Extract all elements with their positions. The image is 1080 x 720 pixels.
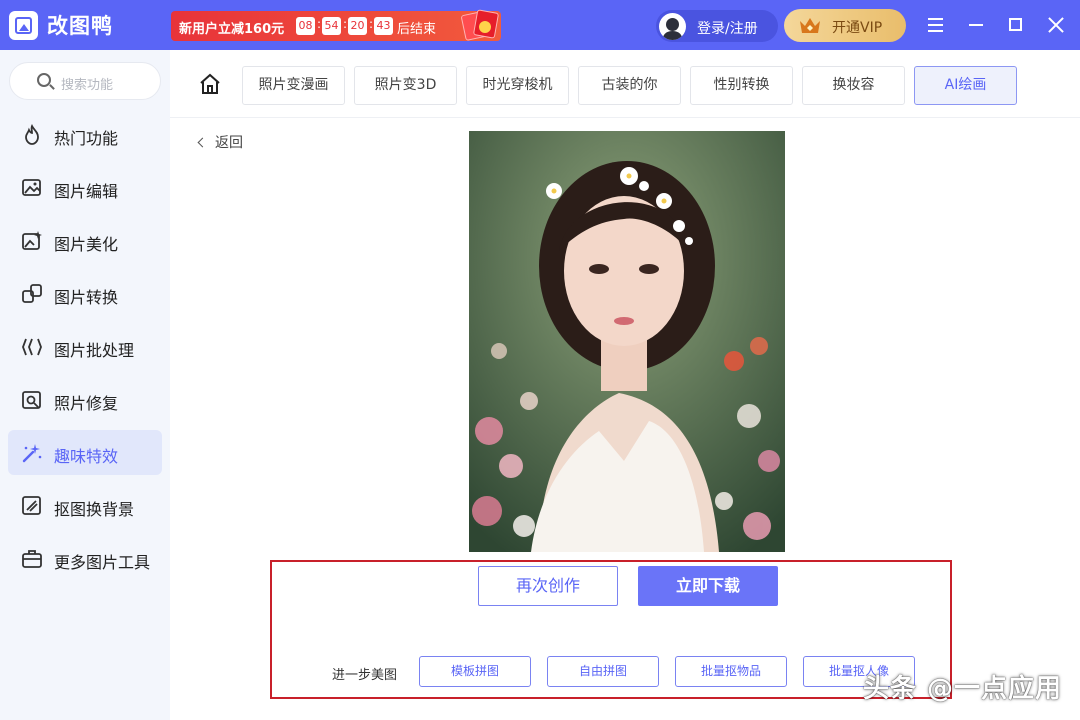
sidebar-item-image-convert[interactable]: 图片转换 xyxy=(8,271,162,316)
search-input[interactable]: 搜索功能 xyxy=(9,62,161,100)
toolbox-icon xyxy=(22,550,42,568)
sidebar-item-label: 图片批处理 xyxy=(54,341,135,360)
sidebar-item-photo-repair[interactable]: 照片修复 xyxy=(8,377,162,422)
maximize-icon[interactable] xyxy=(1004,13,1028,37)
batch-process-icon xyxy=(22,338,42,356)
app-logo-icon xyxy=(9,11,38,40)
promo-suffix: 后结束 xyxy=(397,22,437,37)
sidebar-item-image-edit[interactable]: 图片编辑 xyxy=(8,165,162,210)
sidebar-item-label: 图片美化 xyxy=(54,235,119,254)
batch-cutout-object-button[interactable]: 批量抠物品 xyxy=(675,656,787,687)
countdown-centiseconds: 43 xyxy=(374,17,393,35)
login-button[interactable]: 登录/注册 xyxy=(656,10,778,42)
magic-wand-icon xyxy=(22,444,42,463)
red-envelope-icon xyxy=(459,7,501,43)
sidebar-item-hot[interactable]: 热门功能 xyxy=(8,112,162,157)
watermark: 头条 @一点应用 xyxy=(863,674,1063,704)
tab-ai-painting[interactable]: AI绘画 xyxy=(914,66,1017,105)
sidebar-item-batch[interactable]: 图片批处理 xyxy=(8,324,162,369)
promo-text: 新用户立减160元 xyxy=(179,22,285,37)
back-button[interactable]: 返回 xyxy=(197,132,243,152)
tab-photo-to-comic[interactable]: 照片变漫画 xyxy=(242,66,345,105)
template-collage-button[interactable]: 模板拼图 xyxy=(419,656,531,687)
menu-icon[interactable] xyxy=(924,13,948,37)
sidebar-item-label: 更多图片工具 xyxy=(54,553,151,572)
avatar xyxy=(659,13,686,40)
tab-ancient-costume[interactable]: 古装的你 xyxy=(578,66,681,105)
image-edit-icon xyxy=(22,179,41,196)
further-edit-label: 进一步美图 xyxy=(332,668,398,683)
sidebar-item-label: 趣味特效 xyxy=(54,447,119,466)
home-icon[interactable] xyxy=(198,72,222,96)
photo-repair-icon xyxy=(22,391,41,409)
image-convert-icon xyxy=(22,284,42,303)
cutout-icon xyxy=(22,496,41,515)
login-label: 登录/注册 xyxy=(697,21,758,37)
app-name: 改图鸭 xyxy=(47,14,113,38)
tab-photo-to-3d[interactable]: 照片变3D xyxy=(354,66,457,105)
sidebar-item-label: 图片编辑 xyxy=(54,182,119,201)
generated-portrait-image xyxy=(469,131,785,552)
sidebar-item-fun-effects[interactable]: 趣味特效 xyxy=(8,430,162,475)
back-label: 返回 xyxy=(215,135,243,151)
tab-time-machine[interactable]: 时光穿梭机 xyxy=(466,66,569,105)
image-beautify-icon xyxy=(22,231,42,250)
fire-icon xyxy=(25,124,39,145)
close-icon[interactable] xyxy=(1044,13,1068,37)
sidebar-item-label: 抠图换背景 xyxy=(54,500,135,519)
sidebar-item-more-tools[interactable]: 更多图片工具 xyxy=(8,536,162,581)
crown-icon xyxy=(800,18,820,33)
search-icon xyxy=(37,73,51,87)
search-placeholder: 搜索功能 xyxy=(61,78,114,93)
countdown-hours: 08 xyxy=(296,17,315,35)
tab-gender-swap[interactable]: 性别转换 xyxy=(690,66,793,105)
promo-banner[interactable]: 新用户立减160元 08 : 54 : 20 : 43 后结束 xyxy=(171,9,501,42)
sidebar-item-image-beautify[interactable]: 图片美化 xyxy=(8,218,162,263)
tab-makeup[interactable]: 换妆容 xyxy=(802,66,905,105)
main-content: 照片变漫画 照片变3D 时光穿梭机 古装的你 性别转换 换妆容 AI绘画 返回 xyxy=(170,50,1080,720)
free-collage-button[interactable]: 自由拼图 xyxy=(547,656,659,687)
countdown-seconds: 20 xyxy=(348,17,367,35)
title-bar: 改图鸭 新用户立减160元 08 : 54 : 20 : 43 后结束 登录/注… xyxy=(0,0,1080,50)
feature-tabs: 照片变漫画 照片变3D 时光穿梭机 古装的你 性别转换 换妆容 AI绘画 xyxy=(170,50,1080,118)
download-button[interactable]: 立即下载 xyxy=(638,566,778,606)
countdown-minutes: 54 xyxy=(322,17,341,35)
chevron-left-icon xyxy=(197,137,208,148)
sidebar-item-label: 热门功能 xyxy=(54,129,119,148)
sidebar-item-label: 照片修复 xyxy=(54,394,119,413)
create-again-button[interactable]: 再次创作 xyxy=(478,566,618,606)
sidebar-item-label: 图片转换 xyxy=(54,288,119,307)
vip-label: 开通VIP xyxy=(832,20,883,36)
sidebar: 搜索功能 热门功能 图片编辑 图片美化 图片转换 图片批处理 照片修复 趣味特效… xyxy=(0,50,170,720)
sidebar-item-cutout[interactable]: 抠图换背景 xyxy=(8,483,162,528)
vip-button[interactable]: 开通VIP xyxy=(784,9,906,42)
minimize-icon[interactable] xyxy=(965,13,989,37)
